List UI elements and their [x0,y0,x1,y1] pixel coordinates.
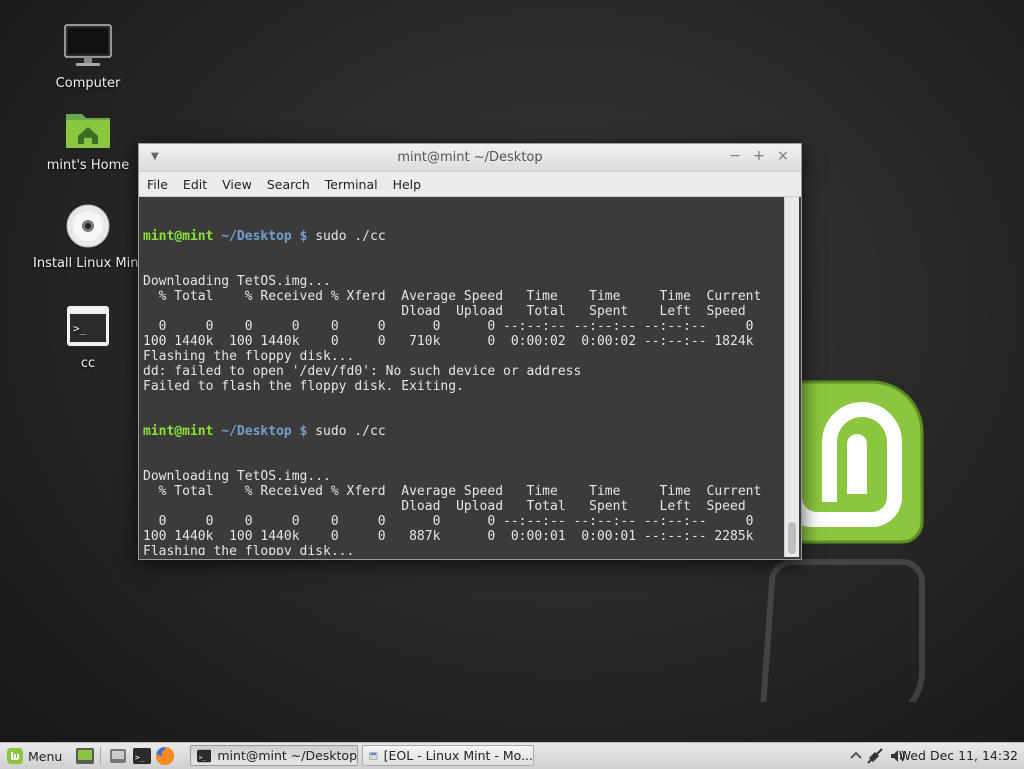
menu-terminal[interactable]: Terminal [317,172,385,192]
terminal-output-line: dd: failed to open '/dev/fd0': No such d… [143,364,582,379]
terminal-window[interactable]: ▼ mint@mint ~/Desktop − + × File Edit View… [138,143,802,560]
desktop-icon-label: mint's Home [46,158,130,173]
prompt-user: mint@mint [143,229,214,244]
output-block-1: Downloading TetOS.img... % Total % Recei… [143,274,783,394]
tray-up-arrow-icon[interactable] [847,747,865,765]
file-manager-icon[interactable] [108,746,128,766]
window-titlebar[interactable]: ▼ mint@mint ~/Desktop − + × [139,144,801,172]
svg-text:>_: >_ [199,754,207,761]
prompt-symbol: $ [299,424,308,439]
output-block-2: Downloading TetOS.img... % Total % Recei… [143,469,783,555]
desktop-icon-home[interactable]: mint's Home [33,104,143,173]
show-desktop-icon[interactable] [75,746,95,766]
taskbar-separator [100,747,101,765]
terminal-output-line: 100 1440k 100 1440k 0 0 887k 0 0:00:01 0… [143,529,754,544]
terminal-output-line: Flashing the floppy disk... [143,349,355,364]
menu-button[interactable]: Menu [6,746,62,766]
desktop-icon-cc[interactable]: >_ cc [33,302,143,371]
window-title: mint@mint ~/Desktop [397,150,543,165]
menu-help[interactable]: Help [385,172,429,192]
svg-text:>_: >_ [135,753,145,762]
home-folder-icon [64,104,112,152]
terminal-icon: >_ [197,749,212,762]
close-icon[interactable]: × [775,148,791,164]
terminal-output-line: Dload Upload Total Spent Left Speed [143,499,746,514]
desktop-icon-computer[interactable]: Computer [33,22,143,91]
desktop-icon-label: cc [80,356,96,371]
clock[interactable]: Wed Dec 11, 14:32 [899,748,1018,763]
prompt-line: mint@mint ~/Desktop $ sudo ./cc [143,229,783,244]
scrollbar[interactable] [784,197,799,557]
minimize-icon[interactable]: − [727,148,743,164]
prompt-line: mint@mint ~/Desktop $ sudo ./cc [143,424,783,439]
command-text: sudo ./cc [315,424,386,439]
prompt-path: ~/Desktop [221,229,292,244]
terminal-output-line: Flashing the floppy disk... [143,544,355,555]
task-terminal[interactable]: >_ mint@mint ~/Desktop [190,745,358,766]
terminal-output-line: 0 0 0 0 0 0 0 0 --:--:-- --:--:-- --:--:… [143,514,754,529]
terminal-output-line: Failed to flash the floppy disk. Exiting… [143,379,464,394]
desktop-icon-label: Install Linux Mint [33,256,144,271]
terminal-output-line: Downloading TetOS.img... [143,469,331,484]
cd-icon [64,202,112,250]
firefox-icon[interactable] [155,746,175,766]
menu-file[interactable]: File [139,172,175,192]
task-label: mint@mint ~/Desktop [217,748,357,763]
prompt-user: mint@mint [143,424,214,439]
prompt-path: ~/Desktop [221,424,292,439]
terminal-icon: >_ [64,302,112,350]
terminal-output-line: 100 1440k 100 1440k 0 0 710k 0 0:00:02 0… [143,334,754,349]
menubar: File Edit View Search Terminal Help [139,172,801,197]
terminal-output-line: Dload Upload Total Spent Left Speed [143,304,746,319]
svg-text:>_: >_ [73,322,87,335]
menu-search[interactable]: Search [259,172,317,192]
menu-view[interactable]: View [214,172,259,192]
desktop-icon-label: Computer [55,76,121,91]
terminal-output-line: Downloading TetOS.img... [143,274,331,289]
browser-tab-icon [369,751,378,760]
mint-menu-icon [7,748,23,764]
network-icon[interactable] [866,747,884,765]
terminal-output-line: % Total % Received % Xferd Average Speed… [143,289,762,304]
taskbar: Menu >_ >_ mint@mint ~/Desktop [EOL - Li… [0,742,1024,769]
desktop-icon-install[interactable]: Install Linux Mint [33,202,144,271]
task-label: [EOL - Linux Mint - Mo... [383,748,533,763]
terminal-output[interactable]: mint@mint ~/Desktop $ sudo ./cc Download… [141,197,783,555]
terminal-output-line: 0 0 0 0 0 0 0 0 --:--:-- --:--:-- --:--:… [143,319,754,334]
maximize-icon[interactable]: + [751,148,767,164]
prompt-symbol: $ [299,229,308,244]
scrollbar-thumb[interactable] [788,522,796,554]
terminal-launcher-icon[interactable]: >_ [132,746,152,766]
linux-mint-logo-reflection [760,559,925,702]
menu-edit[interactable]: Edit [175,172,214,192]
task-browser[interactable]: [EOL - Linux Mint - Mo... [362,745,534,766]
command-text: sudo ./cc [315,229,386,244]
computer-icon [64,22,112,70]
terminal-output-line: % Total % Received % Xferd Average Speed… [143,484,762,499]
menu-label: Menu [28,748,63,764]
